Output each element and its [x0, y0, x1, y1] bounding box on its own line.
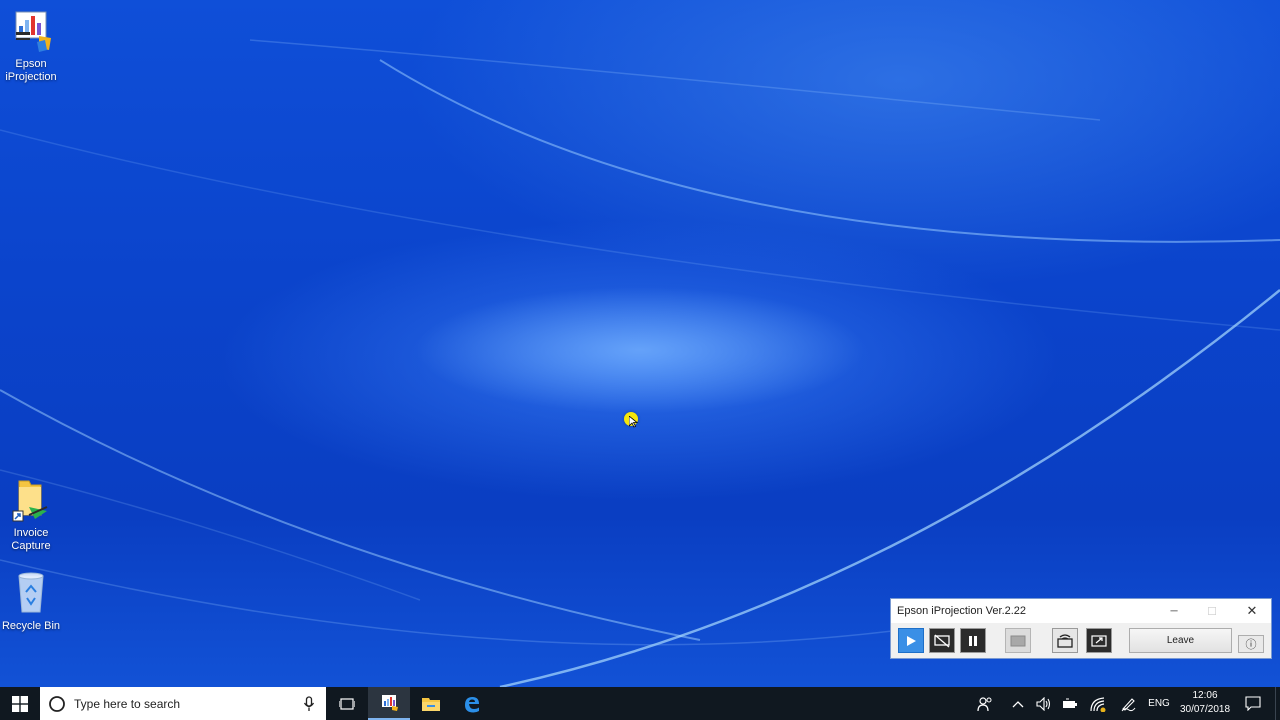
windows-logo-icon — [12, 695, 28, 712]
language-indicator: ENG — [1148, 698, 1170, 709]
microphone-icon[interactable] — [303, 696, 315, 712]
play-button[interactable] — [898, 628, 924, 653]
desktop-icon-recycle-bin[interactable]: Recycle Bin — [0, 570, 62, 633]
desktop-icon-invoice-capture[interactable]: Invoice Capture — [0, 477, 62, 553]
recycle-bin-icon — [7, 570, 55, 618]
battery-icon — [1063, 698, 1077, 708]
epson-iprojection-window: Epson iProjection Ver.2.22 ─ ☐ ✕ Leave ⓘ — [890, 598, 1272, 659]
desktop-icon-label: Epson — [15, 58, 47, 70]
info-button[interactable]: ⓘ — [1238, 635, 1264, 653]
network-button[interactable] — [1088, 687, 1108, 720]
fit-screen-icon — [1091, 634, 1107, 647]
pointer-arrow-icon — [629, 416, 639, 428]
maximize-button[interactable]: ☐ — [1193, 599, 1231, 623]
pause-button[interactable] — [960, 628, 986, 653]
chevron-up-icon — [1012, 700, 1024, 707]
file-explorer-icon — [422, 697, 440, 711]
pen-icon — [1121, 697, 1136, 711]
epson-iprojection-icon — [382, 694, 398, 711]
battery-button[interactable] — [1061, 687, 1079, 720]
window-titlebar[interactable]: Epson iProjection Ver.2.22 ─ ☐ ✕ — [891, 599, 1271, 623]
show-desktop-strip[interactable] — [1275, 687, 1276, 720]
mouse-cursor — [624, 412, 639, 428]
minimize-icon: ─ — [1170, 605, 1178, 617]
folder-shortcut-icon — [7, 477, 55, 525]
start-button[interactable] — [0, 687, 40, 720]
volume-button[interactable] — [1035, 687, 1053, 720]
action-center-button[interactable] — [1242, 687, 1264, 720]
notification-icon — [1245, 696, 1261, 711]
people-icon — [977, 696, 992, 711]
toolbar: Leave ⓘ — [891, 623, 1271, 659]
desktop-icon-label: Capture — [11, 540, 51, 552]
desktop: Epson iProjection Invoice Capture Recycl… — [0, 0, 1280, 687]
desktop-icon-label: Invoice — [13, 527, 49, 539]
search-placeholder: Type here to search — [74, 696, 181, 711]
task-view-button[interactable] — [329, 687, 365, 720]
desktop-icon-epson-iprojection[interactable]: Epson iProjection — [0, 8, 62, 84]
wallpaper-waves — [0, 39, 1280, 687]
window-title: Epson iProjection Ver.2.22 — [897, 605, 1027, 617]
taskbar-app-epson-iprojection[interactable] — [368, 687, 410, 720]
taskbar-app-edge[interactable] — [452, 687, 492, 720]
desktop-icon-label: Recycle Bin — [1, 620, 61, 632]
close-button[interactable]: ✕ — [1233, 599, 1271, 623]
no-display-icon — [934, 634, 950, 647]
edge-browser-icon — [465, 696, 479, 712]
pen-workspace-button[interactable] — [1118, 687, 1138, 720]
pause-icon — [969, 635, 977, 646]
taskbar-search-box[interactable]: Type here to search — [40, 687, 326, 720]
people-button[interactable] — [975, 687, 995, 720]
taskbar: Type here to search ENG 12:06 30/07/2018 — [0, 687, 1280, 720]
show-hidden-icons-button[interactable] — [1009, 687, 1027, 720]
wireless-project-button[interactable] — [1052, 628, 1078, 653]
blank-screen-icon — [1010, 635, 1026, 646]
minimize-button[interactable]: ─ — [1155, 599, 1193, 623]
speaker-icon — [1036, 696, 1051, 711]
play-icon — [907, 635, 916, 646]
taskbar-clock[interactable]: 12:06 30/07/2018 — [1172, 687, 1238, 720]
leave-button[interactable]: Leave — [1129, 628, 1232, 653]
taskbar-app-file-explorer[interactable] — [412, 687, 450, 720]
stop-display-button[interactable] — [929, 628, 955, 653]
task-view-icon — [339, 697, 355, 710]
epson-iprojection-icon — [7, 8, 55, 56]
blank-screen-button[interactable] — [1005, 628, 1031, 653]
maximize-icon: ☐ — [1207, 605, 1217, 618]
wireless-project-icon — [1057, 633, 1073, 648]
desktop-icon-label: iProjection — [5, 71, 57, 83]
clock-date: 30/07/2018 — [1179, 704, 1231, 715]
clock-time: 12:06 — [1192, 690, 1218, 701]
cortana-circle-icon — [49, 695, 65, 712]
wifi-icon — [1090, 696, 1106, 712]
input-language-button[interactable]: ENG — [1146, 687, 1172, 720]
close-icon: ✕ — [1246, 603, 1258, 618]
info-icon: ⓘ — [1245, 639, 1257, 651]
fit-screen-button[interactable] — [1086, 628, 1112, 653]
